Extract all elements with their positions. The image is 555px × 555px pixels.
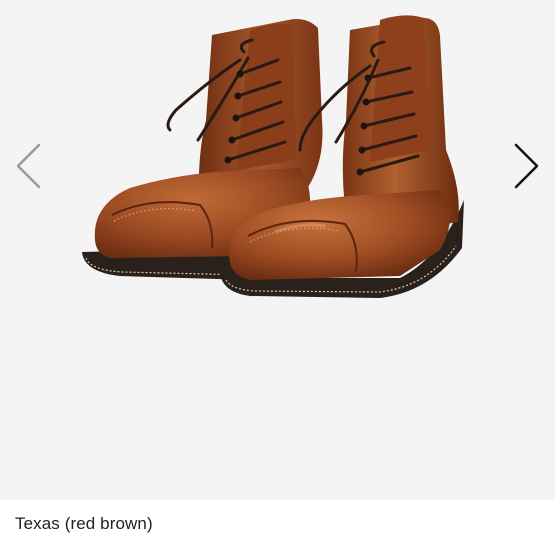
previous-image-button[interactable] [8, 140, 48, 192]
chevron-right-icon [514, 143, 539, 189]
next-image-button[interactable] [507, 140, 547, 192]
caption-text: Texas (red brown) [15, 514, 153, 533]
image-viewer [0, 0, 555, 500]
product-image [82, 15, 464, 298]
image-caption: Texas (red brown) [0, 500, 555, 555]
chevron-left-icon [16, 143, 41, 189]
